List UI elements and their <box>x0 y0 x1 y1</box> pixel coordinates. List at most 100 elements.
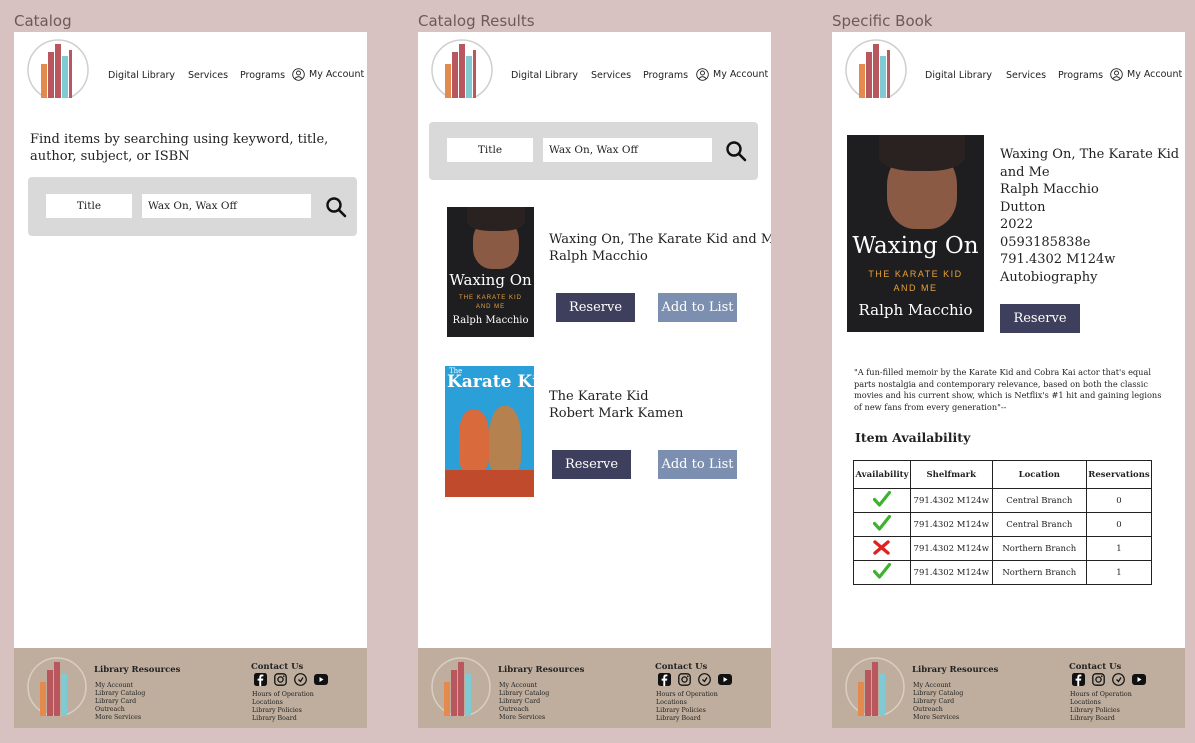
search-type-select[interactable]: Title <box>447 138 533 162</box>
footer-link[interactable]: Library Card <box>913 698 963 706</box>
nav-services[interactable]: Services <box>188 70 228 81</box>
availability-table: Availability Shelfmark Location Reservat… <box>853 460 1152 585</box>
footer-contact-list: Hours of Operation Locations Library Pol… <box>656 691 718 723</box>
book-cover-waxing-on[interactable]: Waxing On THE KARATE KID AND ME Ralph Ma… <box>447 207 534 337</box>
footer-link[interactable]: Locations <box>1070 699 1132 707</box>
footer-link[interactable]: Library Board <box>252 715 314 723</box>
book-publisher: Dutton <box>1000 199 1046 215</box>
youtube-icon[interactable] <box>718 674 732 685</box>
reserve-button[interactable]: Reserve <box>1000 304 1080 333</box>
footer-contact-list: Hours of Operation Locations Library Pol… <box>252 691 314 723</box>
instagram-icon[interactable] <box>1092 673 1105 686</box>
nav-programs[interactable]: Programs <box>643 70 688 81</box>
check-icon <box>872 490 892 507</box>
search-panel: Title Wax On, Wax Off <box>429 122 758 180</box>
facebook-icon[interactable] <box>254 673 267 686</box>
footer-link[interactable]: More Services <box>95 714 145 722</box>
footer-link[interactable]: Library Policies <box>656 707 718 715</box>
footer-link[interactable]: Library Card <box>499 698 549 706</box>
result-title[interactable]: Waxing On, The Karate Kid and Me <box>549 231 771 249</box>
book-cover-karate-kid[interactable]: The Karate Kid <box>445 366 534 497</box>
footer-link[interactable]: Hours of Operation <box>1070 691 1132 699</box>
footer-social-icons <box>254 673 328 686</box>
footer-contact-heading: Contact Us <box>655 662 708 672</box>
footer-link[interactable]: Library Policies <box>1070 707 1132 715</box>
footer-link[interactable]: Outreach <box>913 706 963 714</box>
account-icon <box>696 68 709 81</box>
library-logo[interactable] <box>26 38 90 101</box>
location-cell: Northern Branch <box>991 536 1088 561</box>
footer-resources-heading: Library Resources <box>94 665 181 675</box>
youtube-icon[interactable] <box>1132 674 1146 685</box>
nav-programs[interactable]: Programs <box>1058 70 1103 81</box>
youtube-icon[interactable] <box>314 674 328 685</box>
nav-my-account[interactable]: My Account <box>1110 68 1182 81</box>
add-to-list-button[interactable]: Add to List <box>658 293 737 322</box>
footer-logo <box>26 656 88 717</box>
footer-link[interactable]: Hours of Operation <box>656 691 718 699</box>
nav-programs[interactable]: Programs <box>240 70 285 81</box>
facebook-icon[interactable] <box>658 673 671 686</box>
library-logo[interactable] <box>844 38 908 101</box>
footer-link[interactable]: Library Catalog <box>499 690 549 698</box>
footer-link[interactable]: My Account <box>499 682 549 690</box>
availability-cell <box>853 488 911 513</box>
footer-contact-heading: Contact Us <box>251 662 304 672</box>
nav-my-account[interactable]: My Account <box>696 68 768 81</box>
cover-subtitle: THE KARATE KID <box>459 295 522 301</box>
nav-digital-library[interactable]: Digital Library <box>108 70 175 81</box>
nav-my-account[interactable]: My Account <box>292 68 364 81</box>
footer-link[interactable]: Hours of Operation <box>252 691 314 699</box>
shelfmark-cell: 791.4302 M124w <box>909 536 993 561</box>
account-icon <box>1110 68 1123 81</box>
footer-link[interactable]: Locations <box>656 699 718 707</box>
footer-link[interactable]: Library Board <box>1070 715 1132 723</box>
pinterest-icon[interactable] <box>698 673 711 686</box>
location-cell: Central Branch <box>991 488 1088 513</box>
result-title[interactable]: The Karate Kid <box>549 388 649 406</box>
footer: Library Resources My Account Library Cat… <box>418 648 771 728</box>
cover-author: Ralph Macchio <box>452 315 529 326</box>
result-author: Robert Mark Kamen <box>549 406 684 421</box>
nav-digital-library[interactable]: Digital Library <box>511 70 578 81</box>
search-type-select[interactable]: Title <box>46 194 132 218</box>
nav-digital-library[interactable]: Digital Library <box>925 70 992 81</box>
cover-subtitle: AND ME <box>475 304 506 310</box>
catalog-panel: Digital Library Services Programs My Acc… <box>14 32 367 728</box>
footer-link[interactable]: Outreach <box>95 706 145 714</box>
footer-link[interactable]: My Account <box>95 682 145 690</box>
search-input[interactable]: Wax On, Wax Off <box>142 194 311 218</box>
shelfmark-cell: 791.4302 M124w <box>909 512 993 537</box>
footer-link[interactable]: Outreach <box>499 706 549 714</box>
footer-link[interactable]: More Services <box>913 714 963 722</box>
footer-link[interactable]: More Services <box>499 714 549 722</box>
book-year: 2022 <box>1000 217 1034 232</box>
footer-link[interactable]: Library Catalog <box>913 690 963 698</box>
search-icon[interactable] <box>725 140 747 162</box>
check-icon <box>872 562 892 579</box>
instagram-icon[interactable] <box>274 673 287 686</box>
nav-services[interactable]: Services <box>591 70 631 81</box>
footer-link[interactable]: My Account <box>913 682 963 690</box>
availability-heading: Item Availability <box>855 430 971 445</box>
search-icon[interactable] <box>325 196 347 218</box>
footer-link[interactable]: Library Catalog <box>95 690 145 698</box>
search-input[interactable]: Wax On, Wax Off <box>543 138 712 162</box>
instagram-icon[interactable] <box>678 673 691 686</box>
book-call-number: 791.4302 M124w <box>1000 252 1116 267</box>
library-logo[interactable] <box>430 38 494 101</box>
reserve-button[interactable]: Reserve <box>556 293 635 322</box>
footer-link[interactable]: Locations <box>252 699 314 707</box>
footer-link[interactable]: Library Card <box>95 698 145 706</box>
nav-services[interactable]: Services <box>1006 70 1046 81</box>
table-row: 791.4302 M124w Central Branch 0 <box>853 512 1152 537</box>
pinterest-icon[interactable] <box>294 673 307 686</box>
add-to-list-button[interactable]: Add to List <box>658 450 737 479</box>
book-description: "A fun-filled memoir by the Karate Kid a… <box>854 367 1162 412</box>
footer-contact-list: Hours of Operation Locations Library Pol… <box>1070 691 1132 723</box>
footer-link[interactable]: Library Policies <box>252 707 314 715</box>
footer-link[interactable]: Library Board <box>656 715 718 723</box>
reserve-button[interactable]: Reserve <box>552 450 631 479</box>
facebook-icon[interactable] <box>1072 673 1085 686</box>
pinterest-icon[interactable] <box>1112 673 1125 686</box>
